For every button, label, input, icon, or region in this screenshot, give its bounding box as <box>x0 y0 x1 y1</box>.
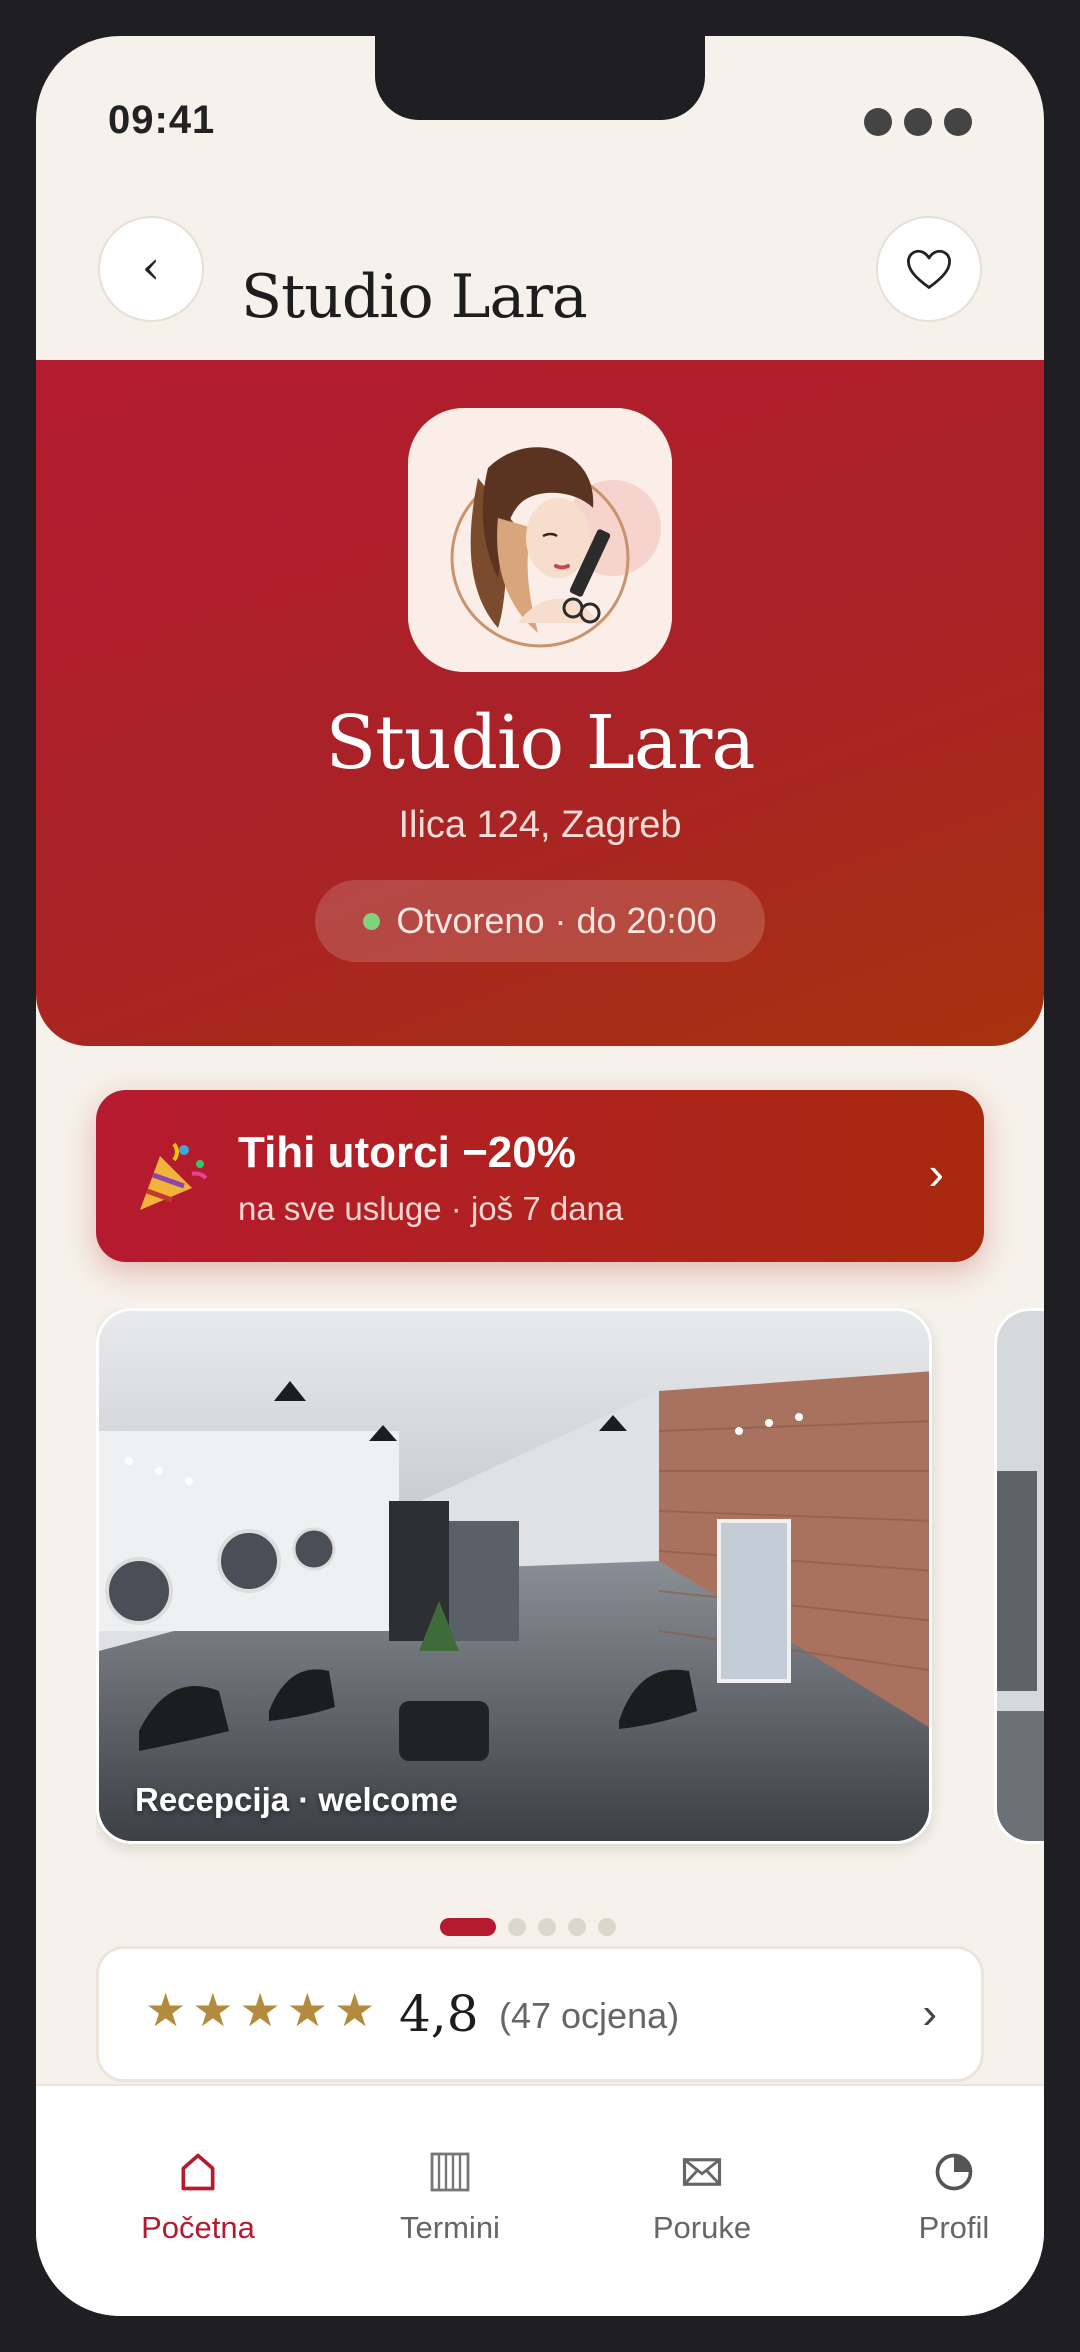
gallery-photo[interactable]: Recepcija · welcome <box>96 1308 932 1844</box>
salon-address: Ilica 124, Zagreb <box>398 804 682 846</box>
status-indicators <box>864 108 972 136</box>
star-icon: ★ <box>192 1984 234 2036</box>
gallery-pagination <box>440 1918 616 1936</box>
tab-home[interactable]: Početna <box>88 2142 308 2246</box>
salon-hero: Studio Lara Ilica 124, Zagreb Otvoreno ·… <box>36 360 1044 1046</box>
status-dot <box>944 108 972 136</box>
status-dot <box>904 108 932 136</box>
favorite-button[interactable] <box>876 216 982 322</box>
bottom-tab-bar: Početna Termini Poruke Profil <box>36 2084 1044 2316</box>
open-status-dot <box>363 912 381 930</box>
pagination-dot[interactable] <box>508 1918 526 1936</box>
star-icon: ★ <box>334 1984 376 2036</box>
device-notch <box>375 36 705 120</box>
photo-gallery[interactable]: Recepcija · welcome <box>96 1308 1044 1884</box>
pagination-dot[interactable] <box>538 1918 556 1936</box>
phone-frame: 09:41 ‹ Studio Lara Studio Lara Ilica 12… <box>0 0 1080 2352</box>
tab-poruke[interactable]: Poruke <box>592 2142 812 2246</box>
app-screen: 09:41 ‹ Studio Lara Studio Lara Ilica 12… <box>36 36 1044 2316</box>
chevron-right-icon: › <box>928 1147 944 1199</box>
tab-label: Poruke <box>652 2210 752 2245</box>
home-icon <box>181 2153 215 2191</box>
tab-termini[interactable]: Termini <box>340 2142 560 2246</box>
chevron-left-icon: ‹ <box>141 240 161 294</box>
tab-label: Početna <box>141 2210 255 2245</box>
rating-value: 4,8 <box>399 1985 479 2043</box>
heart-outline-icon <box>907 249 951 289</box>
star-icon: ★ <box>239 1984 281 2036</box>
status-time: 09:41 <box>108 98 216 142</box>
calendar-icon <box>430 2152 470 2192</box>
pagination-dot[interactable] <box>598 1918 616 1936</box>
tab-label: Termini <box>400 2210 500 2245</box>
promo-banner[interactable]: Tihi utorci −20% na sve usluge · još 7 d… <box>96 1090 984 1262</box>
status-dot <box>864 108 892 136</box>
envelope-icon <box>682 2158 722 2186</box>
salon-logo <box>408 408 672 672</box>
pagination-dot-active[interactable] <box>440 1918 496 1936</box>
rating-count: (47 ocjena) <box>499 1995 680 2036</box>
star-rating: ★ ★ ★ ★ ★ <box>145 1987 375 2033</box>
profile-icon <box>935 2153 973 2191</box>
back-button[interactable]: ‹ <box>98 216 204 322</box>
promo-title: Tihi utorci −20% <box>238 1128 576 1177</box>
pagination-dot[interactable] <box>568 1918 586 1936</box>
star-icon: ★ <box>286 1984 328 2036</box>
opening-status-text: Otvoreno · do 20:00 <box>396 900 717 941</box>
page-title: Studio Lara <box>241 262 588 332</box>
chevron-right-icon: › <box>922 1989 937 2038</box>
salon-name: Studio Lara <box>325 700 756 786</box>
photo-caption: Recepcija · welcome <box>135 1781 458 1818</box>
star-icon: ★ <box>145 1984 187 2036</box>
promo-subtitle: na sve usluge · još 7 dana <box>238 1190 624 1227</box>
rating-summary-card[interactable]: ★ ★ ★ ★ ★ 4,8 (47 ocjena) › <box>96 1946 984 2082</box>
gallery-photo-next[interactable] <box>994 1308 1044 1844</box>
tab-profil[interactable]: Profil <box>844 2142 1044 2246</box>
tab-label: Profil <box>918 2210 990 2245</box>
opening-status-badge: Otvoreno · do 20:00 <box>315 880 765 962</box>
party-popper-icon <box>140 1142 208 1210</box>
